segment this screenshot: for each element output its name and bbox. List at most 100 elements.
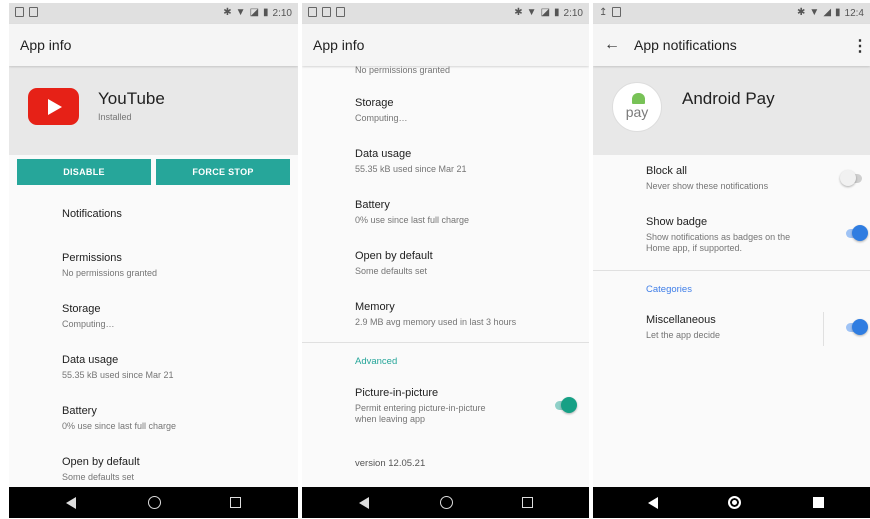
signal-icon: ◪ bbox=[249, 7, 260, 18]
item-title: Memory bbox=[355, 301, 395, 313]
back-nav-icon[interactable] bbox=[359, 497, 369, 509]
recents-nav-icon[interactable] bbox=[522, 497, 533, 508]
status-bar: ✱ ▼ ◪ ▮ 2:10 bbox=[9, 3, 298, 24]
recents-nav-icon[interactable] bbox=[230, 497, 241, 508]
android-pay-logo-icon: pay bbox=[612, 82, 662, 132]
item-subtitle-line2: when leaving app bbox=[355, 414, 426, 424]
back-nav-icon[interactable] bbox=[648, 497, 658, 509]
toggle-thumb bbox=[561, 397, 577, 413]
app-version: version 12.05.21 bbox=[355, 458, 426, 469]
item-subtitle: Computing… bbox=[62, 319, 115, 329]
upload-icon: ↥ bbox=[599, 7, 608, 18]
pay-logo-text: pay bbox=[625, 104, 649, 120]
settings-item-open-by-default[interactable]: Open by default Some defaults set bbox=[62, 456, 288, 483]
settings-item-battery[interactable]: Battery 0% use since last full charge bbox=[62, 405, 288, 432]
battery-icon: ▮ bbox=[554, 7, 560, 18]
status-time: 12:4 bbox=[844, 7, 864, 19]
settings-item-storage[interactable]: Storage Computing… bbox=[355, 97, 579, 124]
back-nav-icon[interactable] bbox=[66, 497, 76, 509]
page-title: App info bbox=[313, 37, 365, 53]
item-subtitle-line1: Show notifications as badges on the bbox=[646, 232, 791, 242]
section-header-advanced: Advanced bbox=[355, 356, 398, 367]
setting-block-all[interactable]: Block all Never show these notifications bbox=[646, 165, 820, 192]
settings-item-permissions[interactable]: Permissions No permissions granted bbox=[62, 252, 288, 279]
battery-icon: ▮ bbox=[835, 7, 841, 18]
settings-item-open-by-default[interactable]: Open by default Some defaults set bbox=[355, 250, 579, 277]
navigation-bar bbox=[9, 487, 298, 518]
screen-app-info-scrolled: ✱ ▼ ◪ ▮ 2:10 App info No permissions gra… bbox=[302, 3, 589, 518]
show-badge-toggle[interactable] bbox=[844, 225, 868, 241]
settings-item-battery[interactable]: Battery 0% use since last full charge bbox=[355, 199, 579, 226]
item-title: Permissions bbox=[62, 252, 122, 264]
item-title: Miscellaneous bbox=[646, 314, 716, 326]
item-subtitle: Some defaults set bbox=[355, 266, 428, 276]
status-time: 2:10 bbox=[563, 7, 583, 19]
image-notification-icon bbox=[322, 7, 331, 17]
section-divider bbox=[593, 270, 870, 271]
settings-item-notifications[interactable]: Notifications bbox=[62, 208, 288, 220]
screen-app-notifications: ↥ ✱ ▼ ◢ ▮ 12:4 ← App notifications ⋮ pay… bbox=[593, 3, 870, 518]
home-nav-icon[interactable] bbox=[728, 496, 741, 509]
miscellaneous-toggle[interactable] bbox=[844, 319, 868, 335]
item-title: Battery bbox=[355, 199, 390, 211]
force-stop-button[interactable]: FORCE STOP bbox=[156, 159, 290, 185]
youtube-logo-icon bbox=[28, 88, 79, 125]
app-name: YouTube bbox=[98, 89, 165, 108]
sim-notification-icon bbox=[29, 7, 38, 17]
item-title: Battery bbox=[62, 405, 97, 417]
app-name: Android Pay bbox=[682, 89, 775, 108]
item-subtitle: 55.35 kB used since Mar 21 bbox=[355, 164, 467, 174]
navigation-bar bbox=[302, 487, 589, 518]
item-subtitle: 55.35 kB used since Mar 21 bbox=[62, 370, 174, 380]
item-title: Notifications bbox=[62, 208, 122, 220]
wifi-icon: ▼ bbox=[809, 7, 820, 18]
item-title: Show badge bbox=[646, 216, 708, 228]
app-header: pay Android Pay bbox=[593, 66, 870, 155]
setting-show-badge[interactable]: Show badge Show notifications as badges … bbox=[646, 216, 820, 254]
item-title: Open by default bbox=[355, 250, 433, 262]
status-time: 2:10 bbox=[272, 7, 292, 19]
picture-in-picture-toggle[interactable] bbox=[553, 397, 577, 413]
overflow-menu-icon[interactable]: ⋮ bbox=[852, 36, 868, 56]
item-subtitle: 0% use since last full charge bbox=[62, 421, 177, 431]
sim-notification-icon bbox=[612, 7, 622, 17]
vertical-divider bbox=[823, 312, 824, 346]
bluetooth-icon: ✱ bbox=[223, 7, 232, 18]
home-nav-icon[interactable] bbox=[440, 496, 453, 509]
category-miscellaneous[interactable]: Miscellaneous Let the app decide bbox=[646, 314, 810, 341]
item-subtitle: No permissions granted bbox=[62, 268, 158, 278]
app-bar: App info bbox=[302, 24, 589, 66]
back-arrow-icon[interactable]: ← bbox=[604, 36, 634, 54]
item-title: Data usage bbox=[355, 148, 412, 160]
item-subtitle: Permit entering picture-in-picture when … bbox=[355, 403, 539, 425]
screen-app-info-youtube: ✱ ▼ ◪ ▮ 2:10 App info YouTube Installed … bbox=[9, 3, 298, 518]
section-divider bbox=[302, 342, 589, 343]
settings-item-picture-in-picture[interactable]: Picture-in-picture Permit entering pictu… bbox=[355, 387, 539, 425]
battery-icon: ▮ bbox=[263, 7, 269, 18]
item-subtitle: Computing… bbox=[355, 113, 408, 123]
item-subtitle: No permissions granted bbox=[355, 65, 451, 75]
settings-item-data-usage[interactable]: Data usage 55.35 kB used since Mar 21 bbox=[62, 354, 288, 381]
home-nav-icon[interactable] bbox=[148, 496, 161, 509]
settings-item-storage[interactable]: Storage Computing… bbox=[62, 303, 288, 330]
item-title: Open by default bbox=[62, 456, 140, 468]
recents-nav-icon[interactable] bbox=[813, 497, 824, 508]
item-subtitle: Let the app decide bbox=[646, 330, 721, 340]
android-robot-icon bbox=[632, 93, 645, 104]
app-bar: App info bbox=[9, 24, 298, 66]
disable-button[interactable]: DISABLE bbox=[17, 159, 151, 185]
item-subtitle-line1: Permit entering picture-in-picture bbox=[355, 403, 486, 413]
item-subtitle: Never show these notifications bbox=[646, 181, 769, 191]
wifi-icon: ▼ bbox=[526, 7, 537, 18]
section-header-categories: Categories bbox=[646, 284, 692, 295]
app-install-status: Installed bbox=[98, 112, 132, 122]
gallery-notification-icon bbox=[15, 7, 24, 17]
item-title: Picture-in-picture bbox=[355, 387, 439, 399]
toggle-thumb bbox=[840, 170, 856, 186]
settings-item-data-usage[interactable]: Data usage 55.35 kB used since Mar 21 bbox=[355, 148, 579, 175]
item-title: Data usage bbox=[62, 354, 119, 366]
item-title: Block all bbox=[646, 165, 687, 177]
block-all-toggle[interactable] bbox=[840, 170, 864, 186]
bluetooth-icon: ✱ bbox=[514, 7, 523, 18]
settings-item-memory[interactable]: Memory 2.9 MB avg memory used in last 3 … bbox=[355, 301, 579, 328]
